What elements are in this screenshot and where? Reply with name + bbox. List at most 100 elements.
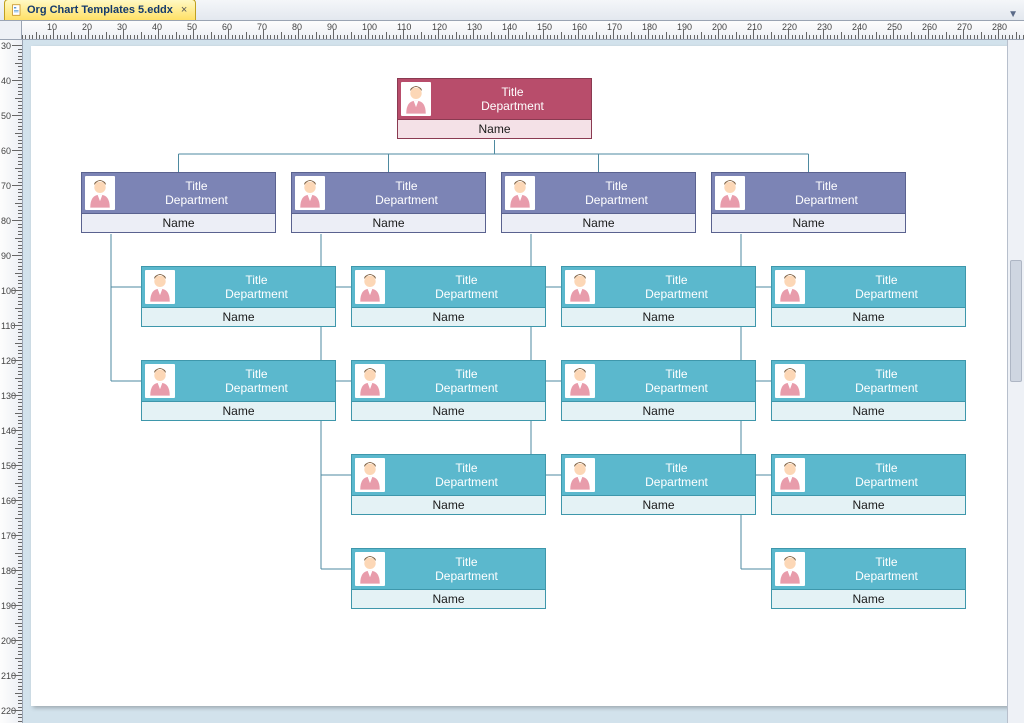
hruler-number: 110 [397, 22, 411, 32]
org-leaf-node-3-3[interactable]: TitleDepartmentName [771, 548, 966, 609]
org-dept-node-2[interactable]: TitleDepartmentName [501, 172, 696, 233]
document-tab[interactable]: Org Chart Templates 5.eddx × [4, 0, 196, 20]
node-department: Department [118, 193, 275, 207]
node-photo [775, 270, 805, 304]
scrollbar-thumb[interactable] [1010, 260, 1022, 382]
node-photo [85, 176, 115, 210]
hruler-number: 90 [327, 22, 337, 32]
org-leaf-node-1-3[interactable]: TitleDepartmentName [351, 548, 546, 609]
vertical-ruler[interactable]: 3040506070809010011012013014015016017018… [0, 40, 23, 723]
hruler-number: 170 [607, 22, 622, 32]
org-leaf-node-3-2[interactable]: TitleDepartmentName [771, 454, 966, 515]
node-header: TitleDepartment [561, 266, 756, 308]
org-leaf-node-1-2[interactable]: TitleDepartmentName [351, 454, 546, 515]
node-department: Department [388, 569, 545, 583]
node-name: Name [141, 308, 336, 327]
node-title: Title [808, 461, 965, 475]
vruler-number: 210 [1, 671, 16, 681]
org-leaf-node-0-1[interactable]: TitleDepartmentName [141, 360, 336, 421]
node-photo [355, 270, 385, 304]
horizontal-ruler[interactable]: 0102030405060708090100110120130140150160… [22, 21, 1024, 39]
hruler-number: 80 [292, 22, 302, 32]
org-dept-node-0[interactable]: TitleDepartmentName [81, 172, 276, 233]
vruler-number: 150 [1, 461, 16, 471]
node-photo [565, 364, 595, 398]
node-title: Title [388, 367, 545, 381]
hruler-number: 100 [362, 22, 377, 32]
node-name: Name [771, 590, 966, 609]
node-photo [775, 552, 805, 586]
org-leaf-node-1-1[interactable]: TitleDepartmentName [351, 360, 546, 421]
node-header: TitleDepartment [351, 454, 546, 496]
hruler-number: 150 [537, 22, 552, 32]
node-header: TitleDepartment [771, 454, 966, 496]
person-icon [357, 272, 383, 302]
node-photo [145, 270, 175, 304]
node-name: Name [711, 214, 906, 233]
node-title: Title [434, 85, 591, 99]
node-name: Name [771, 308, 966, 327]
node-title: Title [328, 179, 485, 193]
node-name: Name [397, 120, 592, 139]
node-name: Name [561, 402, 756, 421]
tab-dropdown-icon[interactable]: ▼ [1008, 9, 1018, 20]
org-dept-node-3[interactable]: TitleDepartmentName [711, 172, 906, 233]
node-title: Title [388, 555, 545, 569]
vertical-scrollbar[interactable] [1007, 40, 1024, 723]
canvas-viewport[interactable]: TitleDepartmentNameTitleDepartmentNameTi… [23, 40, 1007, 723]
hruler-number: 180 [642, 22, 657, 32]
node-name: Name [141, 402, 336, 421]
org-leaf-node-3-1[interactable]: TitleDepartmentName [771, 360, 966, 421]
person-icon [357, 554, 383, 584]
ruler-corner [0, 21, 22, 39]
org-leaf-node-1-0[interactable]: TitleDepartment Name [351, 266, 546, 327]
vruler-number: 70 [1, 181, 11, 191]
vruler-number: 130 [1, 391, 16, 401]
node-name: Name [351, 308, 546, 327]
org-leaf-node-3-0[interactable]: TitleDepartmentName [771, 266, 966, 327]
person-icon [567, 272, 593, 302]
node-department: Department [178, 381, 335, 395]
node-name: Name [501, 214, 696, 233]
org-leaf-node-2-1[interactable]: TitleDepartmentName [561, 360, 756, 421]
node-photo [355, 458, 385, 492]
node-title: Title [598, 367, 755, 381]
page[interactable]: TitleDepartmentNameTitleDepartmentNameTi… [31, 46, 1007, 706]
org-dept-node-1[interactable]: TitleDepartmentName [291, 172, 486, 233]
vruler-number: 160 [1, 496, 16, 506]
node-title: Title [598, 461, 755, 475]
vruler-number: 90 [1, 251, 11, 261]
hruler-number: 10 [47, 22, 57, 32]
node-department: Department [388, 475, 545, 489]
vruler-number: 50 [1, 111, 11, 121]
vruler-number: 120 [1, 356, 16, 366]
org-leaf-node-2-0[interactable]: TitleDepartmentName [561, 266, 756, 327]
person-icon [777, 366, 803, 396]
node-department: Department [808, 475, 965, 489]
node-department: Department [388, 287, 545, 301]
hruler-number: 50 [187, 22, 197, 32]
node-name: Name [561, 496, 756, 515]
person-icon [777, 460, 803, 490]
hruler-number: 200 [712, 22, 727, 32]
hruler-number: 70 [257, 22, 267, 32]
hruler-number: 60 [222, 22, 232, 32]
org-leaf-node-0-0[interactable]: TitleDepartmentName [141, 266, 336, 327]
node-header: TitleDepartment [291, 172, 486, 214]
tab-bar: Org Chart Templates 5.eddx × ▼ [0, 0, 1024, 21]
node-header: TitleDepartment [141, 360, 336, 402]
vruler-number: 40 [1, 76, 11, 86]
vruler-number: 100 [1, 286, 16, 296]
node-header: TitleDepartment [771, 266, 966, 308]
org-root-node[interactable]: TitleDepartmentName [397, 78, 592, 139]
node-title: Title [388, 273, 545, 287]
node-header: TitleDepartment [771, 548, 966, 590]
node-title: Title [388, 461, 545, 475]
hruler-number: 30 [117, 22, 127, 32]
org-leaf-node-2-2[interactable]: TitleDepartmentName [561, 454, 756, 515]
close-tab-icon[interactable]: × [181, 4, 187, 16]
node-header: TitleDepartment [141, 266, 336, 308]
node-header: TitleDepartment [561, 360, 756, 402]
person-icon [357, 460, 383, 490]
node-photo [505, 176, 535, 210]
